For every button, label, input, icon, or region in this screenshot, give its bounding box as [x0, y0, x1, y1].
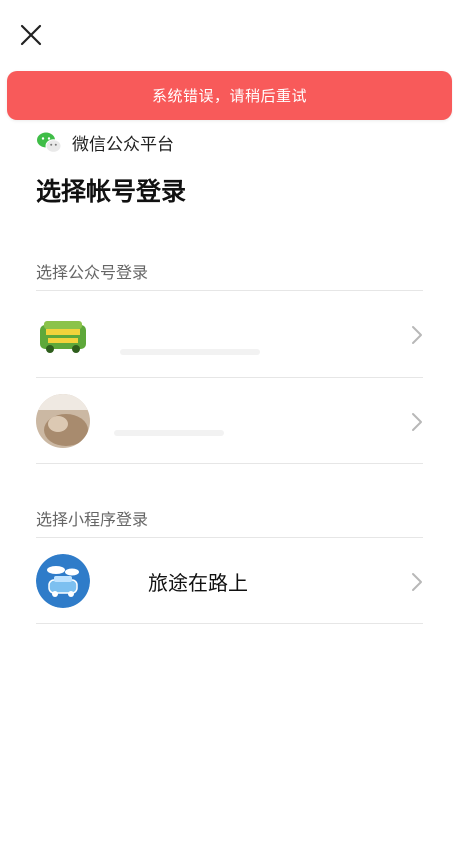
chevron-right-icon — [412, 573, 422, 591]
redaction-mark — [114, 430, 224, 436]
section-label-mini-programs: 选择小程序登录 — [36, 510, 149, 529]
error-toast: 系统错误，请稍后重试 — [7, 71, 452, 120]
account-row-1[interactable] — [36, 291, 423, 377]
mini-program-avatar-1 — [36, 554, 90, 608]
section-label-official-accounts: 选择公众号登录 — [36, 263, 149, 282]
divider — [36, 463, 423, 464]
close-icon — [20, 24, 42, 46]
divider — [36, 623, 423, 624]
brand-header: 微信公众平台 — [36, 130, 174, 155]
error-toast-message: 系统错误，请稍后重试 — [151, 87, 307, 105]
mini-program-row-1[interactable]: 旅途在路上 — [36, 538, 423, 624]
mini-program-name-1: 旅途在路上 — [148, 571, 248, 595]
chevron-right-icon — [412, 326, 422, 344]
account-avatar-2 — [36, 394, 90, 448]
brand-name: 微信公众平台 — [72, 135, 174, 155]
wechat-icon — [37, 132, 62, 153]
chevron-right-icon — [412, 413, 422, 431]
page-title: 选择帐号登录 — [36, 177, 187, 206]
account-row-2[interactable] — [36, 378, 423, 464]
account-avatar-1 — [36, 307, 90, 361]
redaction-mark — [120, 349, 260, 355]
close-button[interactable] — [18, 22, 44, 48]
